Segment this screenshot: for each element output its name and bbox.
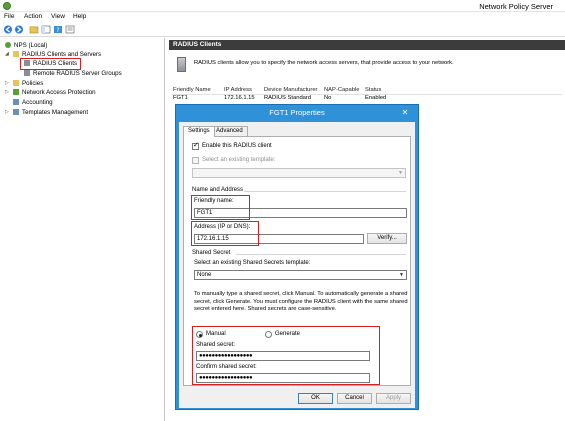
back-arrow-icon[interactable] bbox=[3, 25, 13, 34]
console-tree: NPS (Local) ◢ RADIUS Clients and Servers… bbox=[0, 38, 165, 421]
properties-dialog: FGT1 Properties ✕ Settings Advanced Enab… bbox=[175, 104, 419, 410]
cell-status[interactable]: Enabled bbox=[365, 95, 386, 103]
tree-label-accounting: Accounting bbox=[22, 99, 53, 106]
tree-item-accounting[interactable]: Accounting bbox=[13, 99, 53, 108]
address-highlight bbox=[191, 221, 259, 246]
shared-secret-heading: Shared Secret bbox=[192, 250, 231, 256]
tree-label-remote-groups: Remote RADIUS Server Groups bbox=[33, 70, 122, 77]
menu-bar: File Action View Help bbox=[0, 12, 565, 23]
cell-friendly-name[interactable]: FGT1 bbox=[173, 95, 188, 103]
shared-template-label: Select an existing Shared Secrets templa… bbox=[194, 260, 311, 266]
shared-template-value: None bbox=[197, 272, 212, 278]
tree-item-nap[interactable]: ▷ Network Access Protection bbox=[5, 89, 96, 98]
menu-help[interactable]: Help bbox=[73, 13, 86, 20]
folder-icon bbox=[13, 51, 19, 57]
cell-nap-capable[interactable]: No bbox=[324, 95, 331, 103]
shared-secret-highlight bbox=[192, 326, 380, 385]
cell-device-manufacturer[interactable]: RADIUS Standard bbox=[264, 95, 311, 103]
collapse-icon[interactable]: ◢ bbox=[5, 51, 9, 57]
title-bar: Network Policy Server bbox=[0, 0, 565, 12]
radius-clients-highlight bbox=[20, 58, 81, 70]
tree-item-templates[interactable]: ▷ Templates Management bbox=[5, 109, 89, 118]
verify-button[interactable]: Verify... bbox=[367, 233, 407, 244]
folder-icon bbox=[13, 80, 19, 86]
divider bbox=[236, 254, 406, 255]
toolbar: ? bbox=[0, 23, 565, 37]
help-icon[interactable]: ? bbox=[53, 25, 63, 34]
chevron-down-icon: ▼ bbox=[398, 170, 403, 176]
cell-ip-address[interactable]: 172.16.1.15 bbox=[224, 95, 255, 103]
tree-item-policies[interactable]: ▷ Policies bbox=[5, 80, 44, 89]
select-template-label: Select an existing template: bbox=[202, 157, 276, 163]
shared-template-dropdown[interactable]: None ▼ bbox=[194, 270, 407, 280]
divider bbox=[244, 191, 406, 192]
menu-action[interactable]: Action bbox=[24, 13, 42, 20]
tree-label-nap: Network Access Protection bbox=[22, 89, 96, 96]
settings-panel: Enable this RADIUS client Select an exis… bbox=[183, 136, 411, 386]
expand-icon[interactable]: ▷ bbox=[5, 109, 9, 115]
tree-label-templates: Templates Management bbox=[22, 109, 89, 116]
window-title: Network Policy Server bbox=[479, 2, 553, 11]
server-icon bbox=[177, 57, 186, 72]
folder-up-icon[interactable] bbox=[29, 25, 39, 34]
close-icon[interactable]: ✕ bbox=[398, 108, 412, 118]
expand-icon[interactable]: ▷ bbox=[5, 80, 9, 86]
nps-icon bbox=[5, 42, 11, 48]
tree-label-policies: Policies bbox=[22, 80, 44, 87]
tab-settings[interactable]: Settings bbox=[183, 126, 215, 137]
select-template-checkbox[interactable] bbox=[192, 157, 199, 164]
tree-label-nps-local: NPS (Local) bbox=[14, 42, 48, 49]
shared-secret-instructions: To manually type a shared secret, click … bbox=[194, 291, 408, 312]
dialog-title: FGT1 Properties bbox=[269, 108, 325, 117]
enable-client-checkbox[interactable] bbox=[192, 141, 199, 150]
expand-icon[interactable]: ▷ bbox=[5, 89, 9, 95]
name-address-heading: Name and Address bbox=[192, 187, 244, 193]
properties-icon[interactable] bbox=[65, 25, 75, 34]
tree-item-nps-local[interactable]: NPS (Local) bbox=[5, 42, 47, 51]
tree-label-radius-group: RADIUS Clients and Servers bbox=[22, 51, 102, 58]
content-header: RADIUS Clients bbox=[169, 40, 565, 50]
nap-icon bbox=[13, 89, 19, 95]
content-description: RADIUS clients allow you to specify the … bbox=[194, 60, 454, 66]
tree-item-remote-groups[interactable]: Remote RADIUS Server Groups bbox=[24, 70, 122, 79]
menu-file[interactable]: File bbox=[4, 13, 14, 20]
templates-icon bbox=[13, 109, 19, 115]
menu-view[interactable]: View bbox=[51, 13, 65, 20]
dialog-body: Settings Advanced Enable this RADIUS cli… bbox=[179, 122, 415, 408]
tab-advanced[interactable]: Advanced bbox=[211, 126, 248, 136]
enable-client-label: Enable this RADIUS client bbox=[202, 143, 272, 149]
ok-button[interactable]: OK bbox=[298, 393, 333, 404]
svg-text:?: ? bbox=[56, 27, 59, 34]
chevron-down-icon: ▼ bbox=[399, 272, 404, 278]
forward-arrow-icon[interactable] bbox=[14, 25, 24, 34]
server-group-icon bbox=[24, 70, 30, 76]
template-dropdown[interactable]: ▼ bbox=[192, 168, 406, 178]
accounting-icon bbox=[13, 99, 19, 105]
friendly-name-highlight bbox=[191, 195, 250, 220]
nps-app-icon bbox=[3, 2, 11, 10]
console-tree-icon[interactable] bbox=[41, 25, 51, 34]
apply-button[interactable]: Apply bbox=[376, 393, 411, 404]
cancel-button[interactable]: Cancel bbox=[337, 393, 372, 404]
